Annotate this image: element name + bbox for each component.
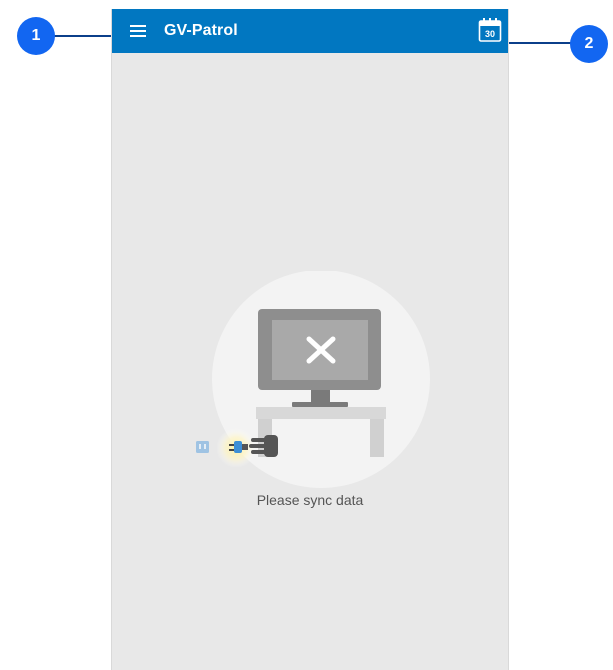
app-bar: GV-Patrol 30 [112, 9, 508, 53]
hamburger-menu-icon[interactable] [127, 20, 149, 42]
callout-badge-2: 2 [570, 25, 608, 63]
callout-badge-1: 1 [17, 17, 55, 55]
callout-line-2 [500, 42, 575, 44]
sync-message: Please sync data [256, 492, 364, 508]
calendar-day: 30 [485, 29, 495, 39]
app-title: GV-Patrol [164, 22, 238, 39]
calendar-icon[interactable]: 30 [478, 17, 502, 43]
annotated-screenshot: 1 2 GV-Patrol 30 Please sync data [0, 0, 613, 670]
phone-screen: GV-Patrol 30 Please sync data [111, 9, 509, 670]
